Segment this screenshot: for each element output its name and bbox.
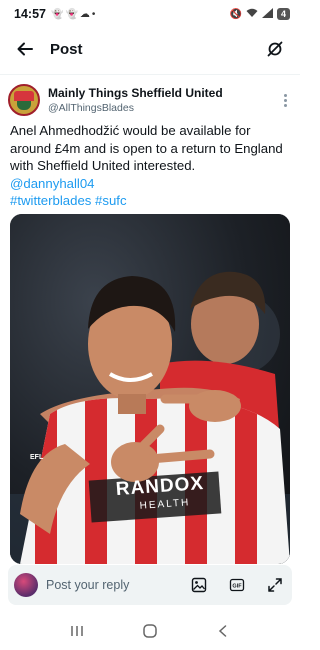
- author-names: Mainly Things Sheffield United @AllThing…: [48, 86, 223, 115]
- wifi-icon: [246, 8, 258, 21]
- tweet-text-line: with Sheffield United interested.: [10, 158, 196, 173]
- svg-text:GIF: GIF: [232, 584, 242, 590]
- author-handle[interactable]: @AllThingsBlades: [48, 101, 223, 115]
- reply-composer[interactable]: Post your reply GIF: [8, 565, 292, 605]
- snapchat-icon: 👻: [65, 8, 78, 20]
- tweet-text-line: Anel Ahmedhodžić would be available for: [10, 123, 251, 138]
- back-icon[interactable]: [211, 619, 235, 643]
- dot-icon: •: [91, 8, 96, 20]
- gif-icon[interactable]: GIF: [228, 576, 246, 594]
- system-status-icons: 🔇 4: [229, 7, 290, 21]
- battery-icon: 4: [276, 8, 290, 20]
- home-icon[interactable]: [138, 619, 162, 643]
- more-options-icon[interactable]: [278, 93, 292, 107]
- system-navigation-bar: [0, 612, 300, 650]
- sleeve-badge-text: EFL: [30, 454, 44, 461]
- crest-shape: [17, 101, 31, 110]
- status-bar: 14:57 👻 👻 ☁ • 🔇 4: [0, 0, 300, 28]
- grok-icon[interactable]: [264, 38, 286, 60]
- crest-shape: [14, 91, 34, 101]
- tweet-text-line: around £4m and is open to a return to En…: [10, 140, 283, 156]
- top-app-bar: Post: [0, 28, 300, 70]
- tweet-author-row: Mainly Things Sheffield United @AllThing…: [8, 80, 292, 120]
- recent-apps-icon[interactable]: [65, 619, 89, 643]
- tweet-text: Anel Ahmedhodžić would be available for …: [10, 122, 294, 210]
- user-avatar: [14, 573, 38, 597]
- hashtag-links[interactable]: #twitterblades #sufc: [10, 192, 294, 210]
- cloud-icon: ☁: [79, 8, 90, 20]
- expand-icon[interactable]: [266, 576, 284, 594]
- back-arrow-icon[interactable]: [14, 38, 36, 60]
- reply-input[interactable]: Post your reply: [46, 578, 129, 592]
- reply-actions: GIF: [190, 576, 284, 594]
- notification-icons: 👻 👻 ☁ •: [51, 9, 95, 20]
- mute-icon: 🔇: [229, 8, 242, 20]
- author-avatar[interactable]: [8, 84, 40, 116]
- page-title: Post: [50, 40, 83, 58]
- tweet-media-image[interactable]: RANDOX HEALTH EFL: [10, 214, 290, 564]
- signal-icon: [261, 7, 273, 21]
- image-icon[interactable]: [190, 576, 208, 594]
- header-divider: [0, 74, 300, 75]
- author-display-name[interactable]: Mainly Things Sheffield United: [48, 86, 223, 101]
- snapchat-icon: 👻: [50, 8, 64, 20]
- mention-link[interactable]: @dannyhall04: [10, 175, 294, 193]
- status-time: 14:57: [14, 7, 46, 21]
